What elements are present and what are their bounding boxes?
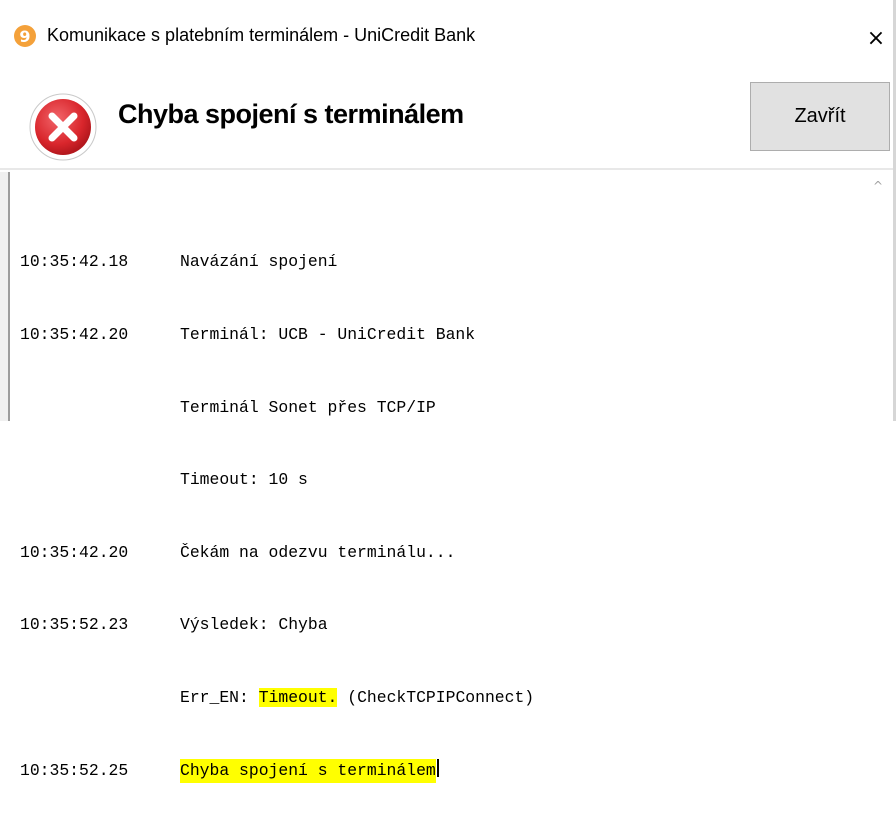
log-timestamp <box>20 468 180 492</box>
log-lines: 10:35:42.18 Navázání spojení 10:35:42.20… <box>20 202 534 831</box>
highlighted-error-message: Chyba spojení s terminálem <box>180 758 436 783</box>
log-line: 10:35:52.25 Chyba spojení s terminálem <box>20 758 534 783</box>
window-close-icon[interactable]: × <box>856 18 896 58</box>
title-bar[interactable]: 9 Komunikace s platebním terminálem - Un… <box>0 0 896 82</box>
log-message: Navázání spojení <box>180 252 338 272</box>
log-message: Terminál: UCB - UniCredit Bank <box>180 325 476 344</box>
dialog-heading: Chyba spojení s terminálem <box>118 99 464 129</box>
log-line: 10:35:42.18 Navázání spojení <box>20 250 534 274</box>
log-line: 10:35:42.20 Terminál: UCB - UniCredit Ba… <box>20 323 534 347</box>
log-timestamp <box>20 686 180 710</box>
log-message: Čekám na odezvu terminálu... <box>180 542 456 562</box>
error-icon <box>29 93 97 161</box>
close-button[interactable]: Zavřít <box>750 82 890 151</box>
window-title: Komunikace s platebním terminálem - UniC… <box>47 25 476 45</box>
log-line: Timeout: 10 s <box>20 468 534 492</box>
log-timestamp: 10:35:52.25 <box>20 760 129 780</box>
log-message-prefix: Err_EN: <box>180 687 259 707</box>
highlighted-timeout: Timeout. <box>258 687 338 707</box>
log-message: Výsledek: Chyba <box>180 615 328 635</box>
log-message-suffix: (CheckTCPIPConnect) <box>337 687 535 707</box>
log-line: 10:35:42.20 Čekám na odezvu terminálu... <box>20 541 534 565</box>
log-timestamp: 10:35:42.18 <box>20 252 129 272</box>
log-panel[interactable]: 10:35:42.18 Navázání spojení 10:35:42.20… <box>8 172 896 783</box>
log-timestamp: 10:35:42.20 <box>20 325 129 344</box>
log-line: Err_EN: Timeout. (CheckTCPIPConnect) <box>20 686 534 710</box>
log-message: Timeout: 10 s <box>180 470 308 490</box>
log-line: Terminál Sonet přes TCP/IP <box>20 396 534 420</box>
log-timestamp: 10:35:52.23 <box>20 615 129 635</box>
dialog-window: 9 Komunikace s platebním terminálem - Un… <box>0 0 896 783</box>
log-timestamp: 10:35:42.20 <box>20 542 129 562</box>
vertical-scrollbar[interactable] <box>866 172 888 421</box>
app-icon: 9 <box>14 25 36 47</box>
divider <box>0 168 896 170</box>
log-message: Err_EN: Timeout. (CheckTCPIPConnect) <box>180 686 534 710</box>
log-line: 10:35:52.23 Výsledek: Chyba <box>20 613 534 637</box>
text-caret <box>436 758 439 777</box>
log-message: Terminál Sonet přes TCP/IP <box>180 397 436 417</box>
log-timestamp <box>20 396 180 420</box>
scroll-up-icon[interactable]: ^ <box>868 178 888 194</box>
